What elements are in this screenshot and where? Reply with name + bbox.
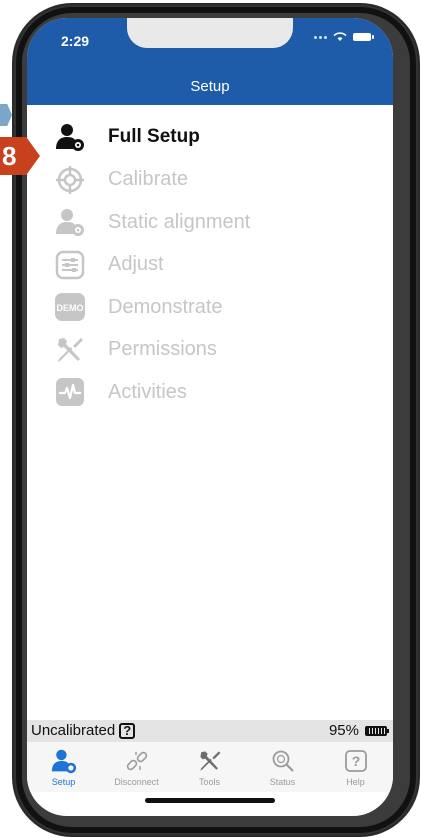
svg-text:?: ? <box>351 753 360 769</box>
tab-tools[interactable]: Tools <box>173 746 246 787</box>
phone-frame: 2:29 Setup Full Setup Calibrate Static a… <box>14 5 418 835</box>
help-question-icon[interactable]: ? <box>119 722 136 739</box>
battery-icon <box>353 33 374 41</box>
wrench-screwdriver-icon <box>54 334 86 366</box>
edge-arrow-icon <box>0 104 12 126</box>
menu-item-label: Full Setup <box>108 126 200 148</box>
menu-item-label: Demonstrate <box>108 295 223 318</box>
tab-help[interactable]: ? Help <box>319 746 392 787</box>
menu-item-label: Permissions <box>108 338 217 361</box>
menu-item-label: Adjust <box>108 253 164 276</box>
nav-bar: 2:29 Setup <box>27 18 393 105</box>
sliders-icon <box>54 249 86 281</box>
device-battery: 95% <box>328 722 389 739</box>
menu-item-label: Static alignment <box>108 210 251 233</box>
tab-setup[interactable]: Setup <box>27 746 100 787</box>
tab-label: Status <box>269 777 296 787</box>
tab-label: Setup <box>51 777 76 787</box>
broken-link-icon <box>100 746 173 776</box>
battery-percent: 95% <box>328 722 359 739</box>
demo-icon: DEMO <box>54 291 86 323</box>
menu-item-adjust[interactable]: Adjust <box>27 244 393 287</box>
menu-item-demonstrate[interactable]: DEMO Demonstrate <box>27 286 393 329</box>
menu-item-full-setup[interactable]: Full Setup <box>27 116 393 159</box>
svg-text:DEMO: DEMO <box>57 303 84 313</box>
device-battery-icon <box>365 725 389 736</box>
calibration-text: Uncalibrated <box>31 722 116 739</box>
status-time: 2:29 <box>61 33 90 49</box>
menu-item-label: Activities <box>108 380 187 403</box>
tab-bar: Setup Disconnect Tools Status ? Help <box>27 742 393 792</box>
tab-disconnect[interactable]: Disconnect <box>100 746 173 787</box>
menu-item-permissions[interactable]: Permissions <box>27 329 393 372</box>
tab-label: Tools <box>198 777 220 787</box>
menu-item-activities[interactable]: Activities <box>27 371 393 414</box>
page: 2:29 Setup Full Setup Calibrate Static a… <box>0 0 421 840</box>
tab-label: Disconnect <box>114 777 159 787</box>
setup-menu: Full Setup Calibrate Static alignment Ad… <box>27 116 393 414</box>
tab-status[interactable]: Status <box>246 746 319 787</box>
menu-item-static-alignment[interactable]: Static alignment <box>27 201 393 244</box>
page-title: Setup <box>190 78 230 95</box>
menu-item-label: Calibrate <box>108 168 189 191</box>
signal-dots-icon <box>314 35 327 39</box>
notch <box>127 18 293 48</box>
crosshair-icon <box>54 164 86 196</box>
device-status-bar: Uncalibrated ? 95% <box>27 720 393 742</box>
calibration-status: Uncalibrated ? <box>31 722 136 739</box>
user-gear-icon <box>54 206 86 238</box>
phone-screen: 2:29 Setup Full Setup Calibrate Static a… <box>27 18 393 816</box>
status-icons <box>314 32 374 42</box>
user-gear-icon <box>27 746 100 776</box>
activity-icon <box>54 376 86 408</box>
user-gear-icon <box>54 121 86 153</box>
wrench-screwdriver-icon <box>173 746 246 776</box>
menu-item-calibrate[interactable]: Calibrate <box>27 159 393 202</box>
help-icon: ? <box>319 746 392 776</box>
tab-label: Help <box>346 777 365 787</box>
home-indicator[interactable] <box>145 798 275 803</box>
wifi-icon <box>333 32 347 41</box>
magnifier-icon <box>246 746 319 776</box>
